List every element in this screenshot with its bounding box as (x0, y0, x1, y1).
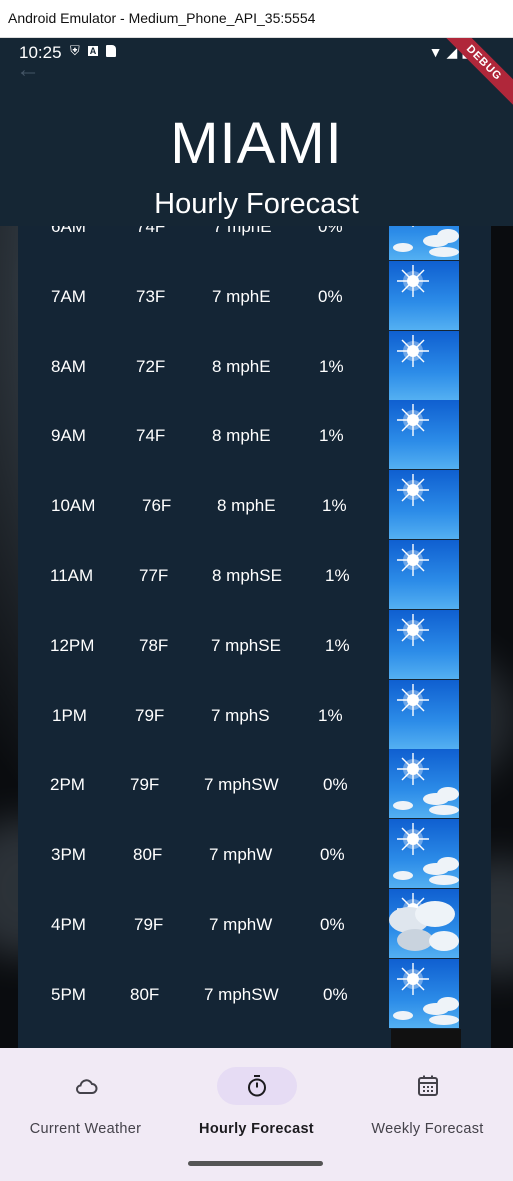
hourly-time: 9AM (51, 426, 86, 446)
sunny-icon (389, 330, 459, 400)
hourly-wind: 7 mphW (209, 845, 273, 865)
hourly-row: 2PM 79F 7 mphSW 0% (18, 749, 491, 819)
mostly-cloudy-icon (389, 889, 459, 958)
sd-card-icon (106, 45, 117, 57)
calendar-icon (417, 1075, 438, 1096)
hourly-wind: 7 mphSW (204, 984, 279, 1004)
hourly-row: 6AM 74F 7 mphE 0% (18, 226, 491, 261)
hourly-wind: 7 mphW (209, 915, 273, 934)
hourly-time: 1PM (52, 705, 87, 725)
hourly-temp: 74F (136, 226, 166, 236)
notification-a-icon: A (87, 46, 99, 56)
page-subtitle: Hourly Forecast (154, 188, 359, 220)
hourly-time: 10AM (51, 496, 96, 516)
hourly-precip: 1% (318, 705, 343, 725)
app-header: 10:25 ⛨ A ▼ ◢ ▮ DEBUG ← MIAMI Hourly For… (0, 38, 513, 226)
hourly-row: 3PM 80F 7 mphW 0% (18, 819, 491, 889)
partly-cloudy-icon (389, 819, 459, 889)
status-bar: 10:25 ⛨ A ▼ ◢ ▮ DEBUG (0, 38, 513, 109)
city-name: MIAMI (170, 111, 343, 176)
hourly-wind: 7 mphE (213, 226, 272, 236)
hourly-temp: 79F (130, 775, 160, 795)
hourly-row: 1PM 79F 7 mphS 1% (18, 679, 491, 750)
sunny-icon (389, 400, 459, 470)
hourly-precip: 0% (323, 775, 348, 795)
nav-weekly-forecast[interactable]: Weekly Forecast (342, 1048, 513, 1158)
hourly-precip: 0% (323, 984, 348, 1004)
hourly-row: 9AM 74F 8 mphE 1% (18, 400, 491, 470)
hourly-wind: 8 mphSE (212, 566, 282, 585)
hourly-temp: 80F (130, 984, 160, 1004)
hourly-wind: 7 mphE (212, 286, 271, 306)
hourly-temp: 77F (139, 566, 169, 585)
hourly-wind: 8 mphE (212, 356, 271, 376)
hourly-temp: 79F (134, 915, 164, 934)
nav-label: Weekly Forecast (371, 1121, 484, 1137)
hourly-time: 2PM (50, 775, 85, 795)
hourly-precip: 1% (322, 496, 347, 516)
hourly-precip: 0% (318, 226, 343, 236)
hourly-time: 3PM (51, 845, 86, 865)
hourly-row: 10AM 76F 8 mphE 1% (18, 470, 491, 540)
wifi-icon: ▼ (428, 44, 443, 60)
hourly-wind: 7 mphS (211, 705, 270, 725)
hourly-precip: 0% (318, 286, 343, 306)
hourly-row: 8AM 72F 8 mphE 1% (18, 330, 491, 401)
cloud-icon (75, 1079, 97, 1094)
hourly-precip: 1% (319, 426, 344, 446)
sunny-icon (389, 609, 459, 679)
hourly-row: 12PM 78F 7 mphSE 1% (18, 609, 491, 680)
emulator-title-bar: Android Emulator - Medium_Phone_API_35:5… (0, 0, 513, 38)
partly-cloudy-icon (389, 749, 459, 819)
sunny-icon (389, 470, 459, 540)
window-title: Android Emulator - Medium_Phone_API_35:5… (8, 10, 316, 26)
shield-icon: ⛨ (70, 43, 80, 58)
hourly-wind: 7 mphSW (204, 775, 279, 795)
hourly-precip: 1% (325, 635, 350, 655)
partly-cloudy-icon (389, 226, 459, 260)
hourly-row: 5PM 80F 7 mphSW 0% (18, 958, 491, 1029)
hourly-temp: 78F (139, 635, 169, 655)
timer-icon (247, 1075, 266, 1097)
back-arrow-icon[interactable]: ← (16, 56, 40, 84)
hourly-row: 11AM 77F 8 mphSE 1% (18, 540, 491, 610)
bottom-navigation-bar: Current Weather Hourly Forecast Weekly F… (0, 1048, 513, 1181)
hourly-time: 7AM (51, 286, 86, 306)
hourly-temp: 74F (136, 426, 166, 446)
hourly-wind: 8 mphE (212, 426, 271, 446)
hourly-wind: 8 mphE (217, 496, 276, 516)
sunny-icon (389, 540, 459, 609)
nav-label: Current Weather (29, 1121, 142, 1137)
hourly-precip: 1% (325, 566, 350, 585)
hourly-time: 12PM (50, 635, 95, 655)
nav-current-weather[interactable]: Current Weather (0, 1048, 171, 1158)
partly-cloudy-icon (389, 958, 459, 1028)
hourly-temp: 79F (135, 705, 165, 725)
sunny-icon (389, 679, 459, 749)
hourly-precip: 0% (320, 845, 345, 865)
hourly-wind: 7 mphSE (211, 635, 281, 655)
gesture-home-bar[interactable] (188, 1161, 323, 1166)
hourly-row: 7AM 73F 7 mphE 0% (18, 260, 491, 331)
sunny-icon (389, 260, 459, 330)
hourly-time: 4PM (51, 915, 86, 934)
nav-label: Hourly Forecast (199, 1121, 314, 1137)
phone-screen: 10:25 ⛨ A ▼ ◢ ▮ DEBUG ← MIAMI Hourly For… (0, 38, 513, 1181)
hourly-time: 5PM (51, 984, 86, 1004)
hourly-forecast-list[interactable]: 6AM 74F 7 mphE 0% 7AM 73F 7 mphE 0% 8AM 72F 8 mphE… (18, 226, 491, 1048)
hourly-time: 11AM (50, 566, 94, 585)
nav-hourly-forecast[interactable]: Hourly Forecast (171, 1048, 342, 1158)
night-image-partial (391, 1028, 461, 1048)
hourly-row: 4PM 79F 7 mphW 0% (18, 889, 491, 959)
hourly-temp: 73F (136, 286, 166, 306)
hourly-temp: 76F (142, 496, 172, 516)
hourly-temp: 80F (133, 845, 163, 865)
hourly-precip: 1% (319, 356, 344, 376)
hourly-time: 8AM (51, 356, 86, 376)
hourly-precip: 0% (320, 915, 345, 934)
hourly-time: 6AM (51, 226, 86, 236)
hourly-temp: 72F (136, 356, 166, 376)
